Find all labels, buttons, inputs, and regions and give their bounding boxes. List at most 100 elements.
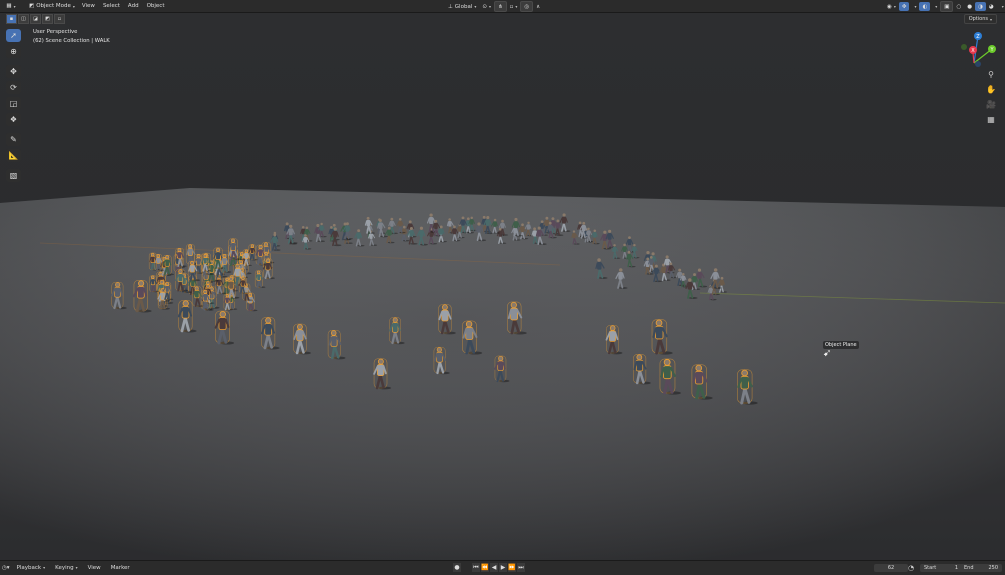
neg-z-axis-dot[interactable]: [975, 61, 981, 67]
move-icon: ✥: [10, 67, 17, 76]
jump-end-button[interactable]: ⏭: [517, 563, 525, 572]
snap-target-button[interactable]: ▫ ▾: [507, 2, 521, 11]
keying-label: Keying: [55, 565, 74, 571]
xray-icon: ▣: [944, 3, 950, 10]
rendered-icon: ◕: [988, 3, 994, 10]
options-label: Options: [968, 16, 988, 22]
collection-info: (62) Scene Collection | WALK: [33, 38, 110, 44]
cube-add-icon: ▧: [9, 171, 18, 180]
menu-playback[interactable]: Playback ▾: [12, 565, 51, 571]
transform-icon: ❖: [9, 115, 18, 124]
select-subtract-button[interactable]: ◪: [30, 13, 41, 24]
menu-add[interactable]: Add: [124, 3, 143, 9]
shading-material[interactable]: ◑: [975, 2, 986, 11]
jump-end-icon: ⏭: [518, 563, 524, 571]
move-tool[interactable]: ✥: [6, 65, 21, 78]
select-new-button[interactable]: ▪: [6, 13, 17, 24]
mode-label: Object Mode: [36, 3, 71, 9]
pencil-icon: ✎: [10, 135, 17, 144]
pan-button[interactable]: ✋: [984, 83, 998, 96]
header-bar: ▦ ▾ ◩ Object Mode ▾ View Select Add Objec…: [0, 0, 1005, 13]
neg-y-axis-dot[interactable]: [961, 44, 967, 50]
end-value: 250: [988, 565, 998, 571]
mouse-cursor-icon: ➹: [823, 348, 832, 359]
gizmo-icon: ✥: [901, 3, 907, 10]
shading-wireframe[interactable]: ○: [953, 2, 964, 11]
end-frame-field[interactable]: End 250: [960, 564, 1002, 572]
next-keyframe-button[interactable]: ⏩: [508, 563, 516, 572]
proportional-edit-toggle[interactable]: ◎: [520, 1, 534, 12]
prev-keyframe-button[interactable]: ⏪: [481, 563, 489, 572]
chevron-down-icon: ▾: [43, 565, 46, 570]
snap-toggle[interactable]: ⋔: [493, 1, 507, 12]
object-mode-icon: ◩: [29, 3, 35, 9]
select-box-tool[interactable]: ➚: [6, 29, 21, 42]
transform-controls: ⊥ Global ▾ ⊙ ▾ ⋔ ▫ ▾ ◎ ∧: [445, 1, 543, 12]
perspective-toggle[interactable]: ▦: [984, 113, 998, 126]
viewport-shading-controls: ◉ ▾ ✥ ▾ ◐ ▾ ▣ ○ ● ◑ ◕ ▾: [884, 1, 1005, 12]
play-reverse-icon: ◀: [491, 564, 497, 571]
current-frame-field[interactable]: 62: [874, 564, 908, 572]
falloff-icon: ∧: [536, 3, 541, 10]
timeline-editor-icon[interactable]: ◷▾: [0, 565, 12, 571]
select-extend-button[interactable]: ◫: [18, 13, 29, 24]
jump-start-button[interactable]: ⏮: [472, 563, 480, 572]
visibility-button[interactable]: ◉ ▾: [884, 2, 899, 11]
menu-select[interactable]: Select: [99, 3, 124, 9]
options-button[interactable]: Options ▾: [963, 14, 997, 24]
select-invert-icon: ◩: [45, 15, 50, 22]
x-axis-stem: [972, 52, 975, 64]
rotate-tool[interactable]: ⟳: [6, 81, 21, 94]
pivot-point-button[interactable]: ⊙ ▾: [479, 2, 494, 11]
solid-icon: ●: [967, 3, 973, 10]
cursor-tool[interactable]: ⊕: [6, 45, 21, 58]
preview-range-toggle[interactable]: ◔: [908, 564, 914, 572]
select-invert-button[interactable]: ◩: [42, 13, 53, 24]
auto-keying-toggle[interactable]: ●: [453, 563, 461, 572]
viewport-info: User Perspective (62) Scene Collection |…: [33, 28, 110, 46]
playback-label: Playback: [16, 565, 42, 571]
navigation-controls: ⚲ ✋ 🎥 ▦: [984, 68, 1000, 128]
zoom-button[interactable]: ⚲: [984, 68, 998, 81]
add-cube-tool[interactable]: ▧: [6, 169, 21, 182]
menu-timeline-view[interactable]: View: [83, 565, 106, 571]
menu-view[interactable]: View: [78, 3, 99, 9]
xray-toggle[interactable]: ▣: [940, 1, 954, 12]
transform-tool[interactable]: ❖: [6, 113, 21, 126]
hand-icon: ✋: [986, 85, 996, 94]
select-intersect-button[interactable]: ▫: [54, 13, 65, 24]
measure-tool[interactable]: 📐: [6, 149, 21, 162]
x-axis-label: X: [971, 48, 975, 54]
material-icon: ◑: [978, 3, 983, 10]
shading-rendered[interactable]: ◕: [986, 2, 997, 11]
jump-start-icon: ⏮: [473, 563, 479, 571]
mode-selector[interactable]: ◩ Object Mode ▾: [26, 2, 78, 11]
menu-object[interactable]: Object: [143, 3, 169, 9]
play-button[interactable]: ▶: [499, 563, 507, 572]
gizmo-dropdown[interactable]: ▾: [909, 2, 919, 11]
menu-marker[interactable]: Marker: [106, 565, 135, 571]
select-intersect-icon: ▫: [57, 15, 62, 22]
overlays-dropdown[interactable]: ▾: [930, 2, 940, 11]
annotate-tool[interactable]: ✎: [6, 133, 21, 146]
overlays-toggle[interactable]: ◐: [919, 2, 931, 11]
chevron-down-icon: ▾: [75, 565, 78, 570]
scene-render: [0, 13, 1005, 560]
start-value: 1: [954, 565, 958, 571]
scale-tool[interactable]: ◲: [6, 97, 21, 110]
camera-view-button[interactable]: 🎥: [984, 98, 998, 111]
editor-type-button[interactable]: ▦ ▾: [2, 2, 20, 11]
start-frame-field[interactable]: Start 1: [920, 564, 962, 572]
prev-keyframe-icon: ⏪: [481, 564, 489, 571]
ruler-icon: 📐: [8, 151, 19, 160]
play-reverse-button[interactable]: ◀: [490, 563, 498, 572]
3d-viewport[interactable]: User Perspective (62) Scene Collection |…: [0, 13, 1005, 560]
eye-icon: ◉: [887, 3, 892, 10]
select-extend-icon: ◫: [21, 15, 26, 22]
transform-orientation-selector[interactable]: ⊥ Global ▾: [445, 2, 479, 11]
gizmo-toggle[interactable]: ✥: [898, 2, 910, 11]
shading-solid[interactable]: ●: [964, 2, 975, 11]
shading-dropdown[interactable]: ▾: [997, 2, 1005, 11]
falloff-button[interactable]: ∧: [533, 2, 543, 11]
menu-keying[interactable]: Keying ▾: [50, 565, 83, 571]
